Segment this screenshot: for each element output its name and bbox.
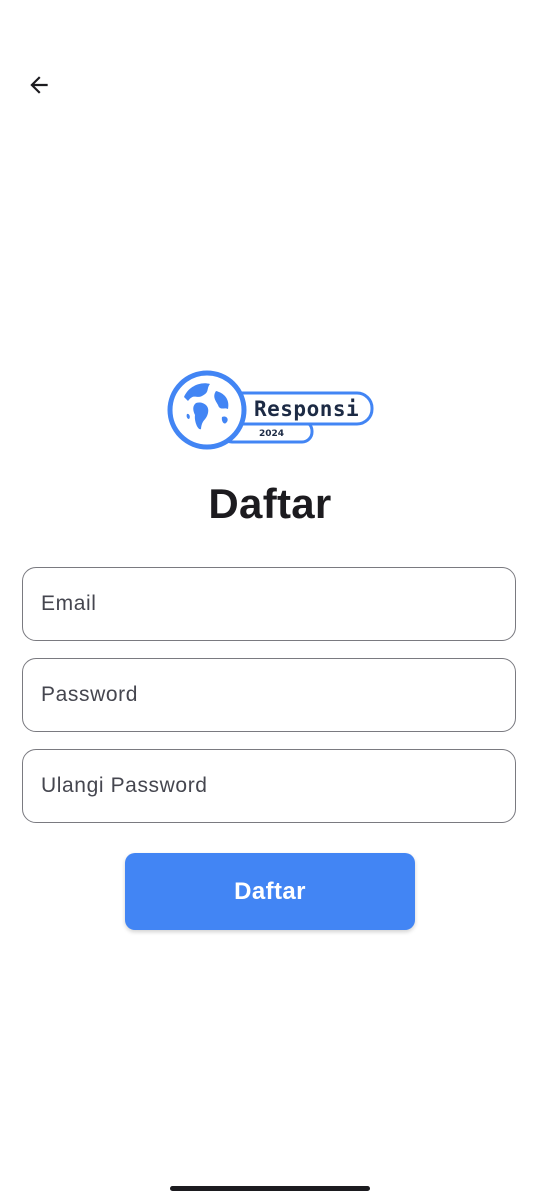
back-button[interactable]: [18, 64, 60, 106]
register-screen: Responsi 2024 Daftar Daftar: [0, 0, 540, 1200]
confirm-password-field[interactable]: [22, 749, 516, 823]
logo-year-text: 2024: [259, 429, 284, 439]
globe-icon: [167, 370, 247, 450]
logo-brand-text: Responsi: [254, 397, 359, 421]
responsi-logo: Responsi 2024: [166, 369, 376, 451]
page-title: Daftar: [208, 480, 332, 527]
arrow-back-icon: [30, 76, 48, 94]
email-field[interactable]: [22, 567, 516, 641]
register-button[interactable]: Daftar: [125, 853, 415, 930]
password-field[interactable]: [22, 658, 516, 732]
home-indicator[interactable]: [170, 1186, 370, 1191]
password-input[interactable]: [39, 658, 515, 732]
email-input[interactable]: [39, 567, 515, 641]
confirm-password-input[interactable]: [39, 749, 515, 823]
